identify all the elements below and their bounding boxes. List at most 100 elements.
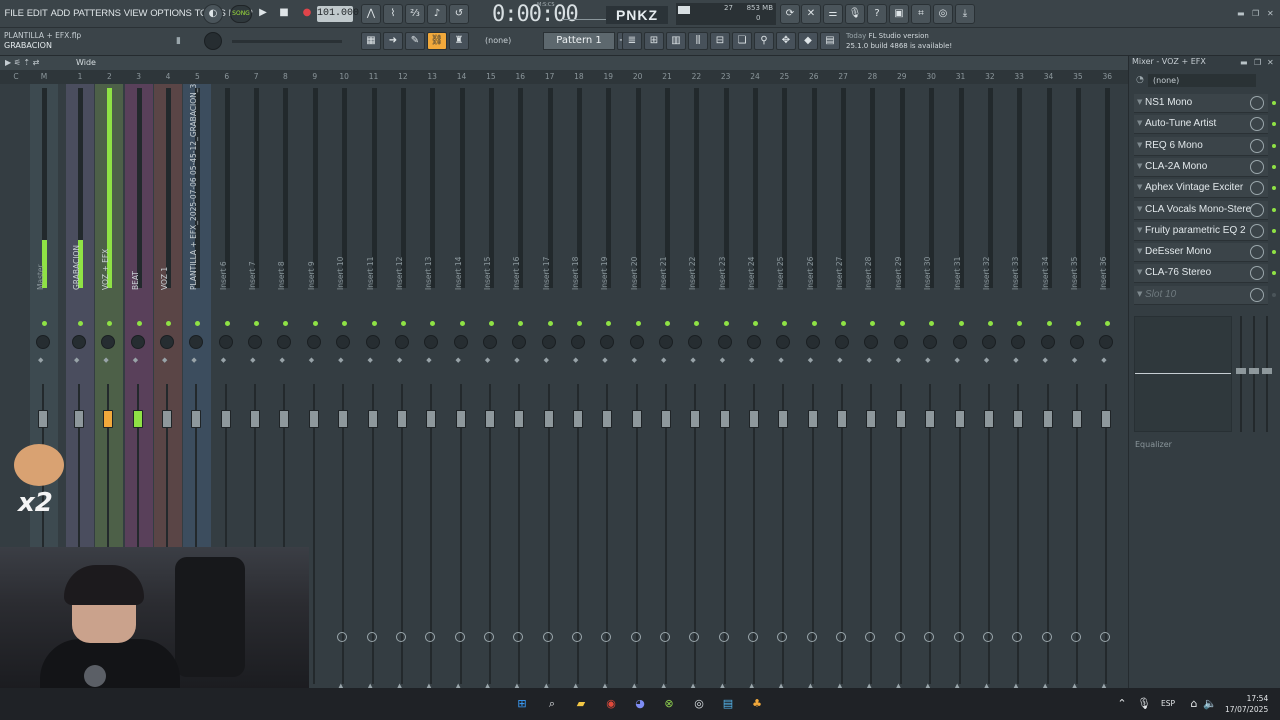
slot-enable-led[interactable] (1272, 101, 1276, 105)
insert-strip[interactable]: Insert 29 ◆ ▲ (887, 84, 916, 690)
volume-fader[interactable] (132, 410, 143, 428)
pan-knob[interactable] (160, 335, 175, 349)
piano-icon[interactable]: ▥ (666, 32, 686, 50)
microphone-icon[interactable]: 🎙 (845, 4, 865, 24)
insert-strip[interactable]: Insert 26 ◆ ▲ (799, 84, 828, 690)
insert-strip[interactable]: Insert 17 ◆ ▲ (535, 84, 564, 690)
pan-knob[interactable] (218, 335, 233, 349)
mute-led[interactable] (1017, 321, 1023, 326)
insert-strip[interactable]: Insert 19 ◆ ▲ (594, 84, 623, 690)
insert-strip[interactable]: Insert 24 ◆ ▲ (741, 84, 770, 690)
insert-strip[interactable]: Insert 13 ◆ ▲ (418, 84, 447, 690)
pattern-name[interactable]: Pattern 1 (543, 32, 615, 50)
mute-led[interactable] (899, 321, 905, 326)
pan-knob[interactable] (512, 335, 527, 349)
stop-button[interactable]: ■ (274, 4, 294, 24)
send-knob[interactable] (689, 632, 700, 642)
stereo-separation-icon[interactable]: ◆ (808, 356, 813, 364)
mix-level-knob[interactable] (1250, 117, 1264, 132)
insert-strip[interactable]: Insert 27 ◆ ▲ (829, 84, 858, 690)
volume-fader[interactable] (1013, 410, 1024, 428)
mute-led[interactable] (1105, 321, 1111, 326)
send-knob[interactable] (865, 632, 876, 642)
volume-fader[interactable] (514, 410, 525, 428)
mute-led[interactable] (1046, 321, 1052, 326)
pan-knob[interactable] (835, 335, 850, 349)
stereo-separation-icon[interactable]: ◆ (338, 356, 343, 364)
mute-led[interactable] (958, 321, 964, 326)
record-button[interactable]: ● (297, 4, 317, 24)
slot-menu-icon[interactable]: ▼ (1137, 268, 1142, 276)
insert-strip[interactable]: Insert 36 ◆ ▲ (1093, 84, 1122, 690)
menu-file[interactable]: FILE (3, 8, 25, 19)
volume-fader[interactable] (1101, 410, 1112, 428)
pan-knob[interactable] (72, 335, 86, 349)
mute-led[interactable] (78, 321, 83, 326)
download-icon[interactable]: ⤓ (955, 4, 975, 24)
panel-restore-icon[interactable]: ❐ (1254, 58, 1261, 67)
volume-fader[interactable] (807, 410, 818, 428)
effect-slot[interactable]: ▼ NS1 Mono (1134, 94, 1276, 113)
insert-strip[interactable]: Insert 20 ◆ ▲ (623, 84, 652, 690)
mute-led[interactable] (283, 321, 289, 326)
eq-fader-handle[interactable] (1262, 368, 1272, 374)
stereo-separation-icon[interactable]: ◆ (133, 356, 138, 364)
mixer-view-mode[interactable]: Wide (76, 58, 96, 67)
volume-fader[interactable] (426, 410, 437, 428)
arrow-icon[interactable]: ➜ (383, 32, 403, 50)
pan-knob[interactable] (717, 335, 732, 349)
mix-level-knob[interactable] (1250, 223, 1264, 238)
slot-menu-icon[interactable]: ▼ (1137, 290, 1142, 298)
pan-knob[interactable] (394, 335, 409, 349)
effect-slot[interactable]: ▼ REQ 6 Mono (1134, 136, 1276, 156)
volume-fader[interactable] (837, 410, 848, 428)
insert-strip[interactable]: Insert 25 ◆ ▲ (770, 84, 799, 690)
eq-band-faders[interactable] (1236, 316, 1276, 432)
pan-knob[interactable] (864, 335, 879, 349)
volume-fader[interactable] (103, 410, 114, 428)
volume-fader[interactable] (895, 410, 906, 428)
pan-knob[interactable] (541, 335, 556, 349)
stereo-separation-icon[interactable]: ◆ (1072, 356, 1077, 364)
mute-led[interactable] (166, 321, 172, 326)
mix-level-knob[interactable] (1250, 96, 1264, 110)
pan-knob[interactable] (424, 335, 439, 349)
slot-menu-icon[interactable]: ▼ (1137, 205, 1142, 213)
volume-fader[interactable] (367, 410, 378, 428)
mute-led[interactable] (635, 321, 641, 326)
effect-slot[interactable]: ▼ Slot 10 (1134, 285, 1276, 305)
loop-record-icon[interactable]: ↺ (449, 4, 469, 24)
send-knob[interactable] (1070, 632, 1081, 642)
volume-fader[interactable] (866, 410, 877, 428)
insert-strip[interactable]: Insert 33 ◆ ▲ (1005, 84, 1034, 690)
step-edit-icon[interactable]: ♪ (427, 4, 447, 24)
discord-icon[interactable]: ◕ (632, 696, 648, 712)
insert-strip[interactable]: Insert 10 ◆ ▲ (330, 84, 359, 690)
mix-level-knob[interactable] (1250, 159, 1264, 174)
pan-knob[interactable] (570, 335, 585, 349)
stereo-separation-icon[interactable]: ◆ (74, 356, 79, 364)
chat-icon[interactable]: ◎ (933, 4, 953, 24)
stereo-separation-icon[interactable]: ◆ (720, 356, 725, 364)
insert-strip[interactable]: Insert 18 ◆ ▲ (564, 84, 593, 690)
mix-level-knob[interactable] (1250, 287, 1264, 302)
restore-icon[interactable]: ❐ (1252, 9, 1259, 18)
fl-studio-icon[interactable]: ♣ (749, 696, 765, 712)
mute-led[interactable] (342, 321, 348, 326)
menu-edit[interactable]: EDIT (25, 8, 49, 19)
pan-knob[interactable] (747, 335, 762, 349)
undo-history-icon[interactable]: ⟳ (780, 4, 800, 24)
stereo-separation-icon[interactable]: ◆ (1013, 356, 1018, 364)
send-knob[interactable] (366, 632, 377, 642)
volume-fader[interactable] (308, 410, 319, 428)
send-knob[interactable] (924, 632, 935, 642)
send-knob[interactable] (337, 632, 348, 642)
slot-menu-icon[interactable]: ▼ (1137, 119, 1142, 127)
effect-slot[interactable]: ▼ CLA Vocals Mono-Stereo (1134, 200, 1276, 220)
mute-led[interactable] (459, 321, 465, 326)
eq-fader-handle[interactable] (1236, 368, 1246, 374)
mute-led[interactable] (665, 321, 670, 326)
volume-fader[interactable] (38, 410, 48, 428)
volume-fader[interactable] (602, 410, 613, 428)
mix-level-knob[interactable] (1250, 181, 1264, 196)
